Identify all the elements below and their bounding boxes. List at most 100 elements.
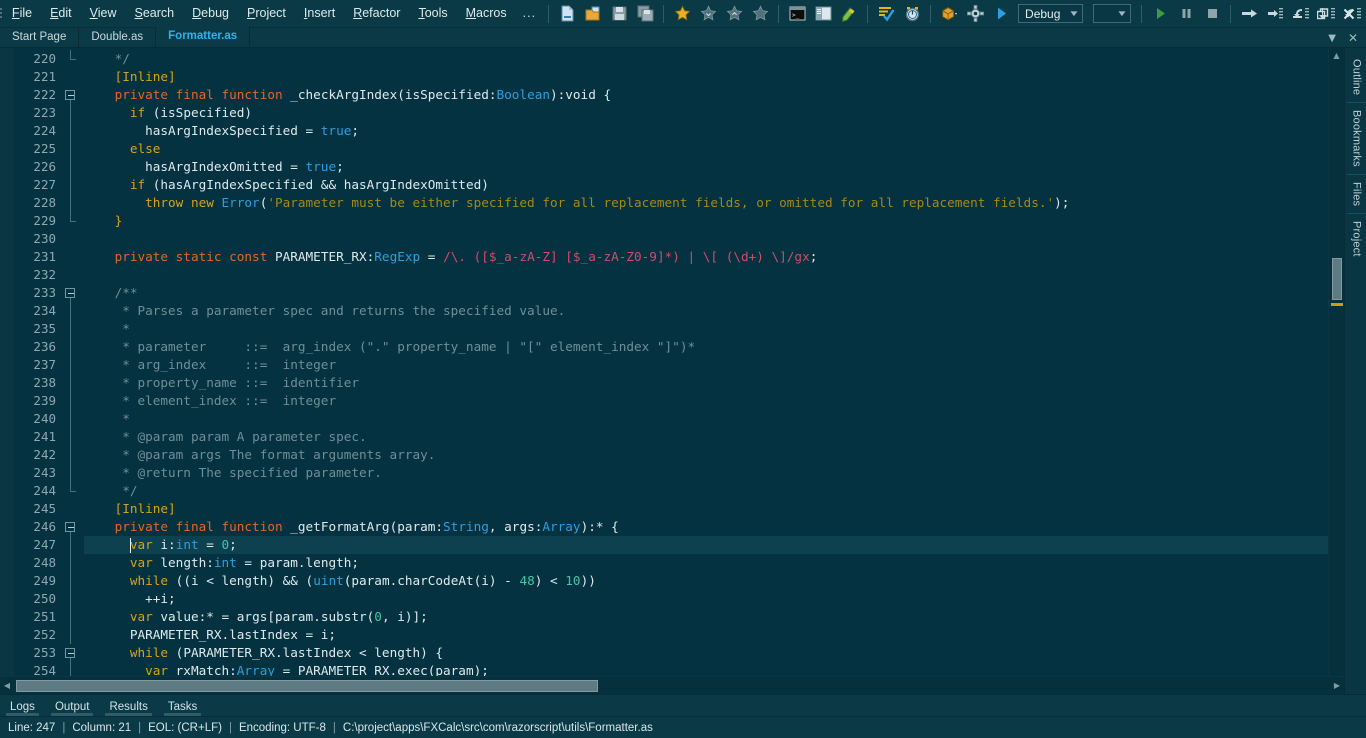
code-line[interactable]: ++i; xyxy=(84,590,1328,608)
code-line[interactable]: * xyxy=(84,410,1328,428)
menu-item-search[interactable]: Search xyxy=(126,1,184,26)
code-line[interactable]: * @return The specified parameter. xyxy=(84,464,1328,482)
run-green-play-icon[interactable] xyxy=(1149,3,1171,25)
horizontal-scroll-thumb[interactable] xyxy=(16,679,598,692)
run-play-icon[interactable] xyxy=(990,3,1012,25)
menu-item-file[interactable]: File xyxy=(3,1,41,26)
fold-collapse-icon[interactable] xyxy=(65,522,75,532)
code-line[interactable]: * property_name ::= identifier xyxy=(84,374,1328,392)
code-line[interactable] xyxy=(84,230,1328,248)
code-line[interactable]: * parameter ::= arg_index ("." property_… xyxy=(84,338,1328,356)
fold-collapse-icon[interactable] xyxy=(65,288,75,298)
target-combo[interactable]: ▼ xyxy=(1093,4,1131,23)
code-line[interactable]: throw new Error('Parameter must be eithe… xyxy=(84,194,1328,212)
code-line[interactable]: * Parses a parameter spec and returns th… xyxy=(84,302,1328,320)
settings-gear-icon[interactable] xyxy=(964,3,986,25)
code-line[interactable]: * @param param A parameter spec. xyxy=(84,428,1328,446)
menu-item-tools[interactable]: Tools xyxy=(409,1,456,26)
editor-vertical-scrollbar[interactable]: ▲ xyxy=(1328,48,1344,676)
code-line[interactable] xyxy=(84,266,1328,284)
code-line[interactable]: */ xyxy=(84,482,1328,500)
code-folding-column[interactable] xyxy=(62,48,78,676)
dock-tab-files[interactable]: Files xyxy=(1345,174,1366,213)
code-line[interactable]: } xyxy=(84,212,1328,230)
code-line[interactable]: * xyxy=(84,320,1328,338)
pause-icon[interactable] xyxy=(1175,3,1197,25)
code-line[interactable]: private final function _getFormatArg(par… xyxy=(84,518,1328,536)
bottom-tab-logs[interactable]: Logs xyxy=(0,699,45,716)
fold-collapse-icon[interactable] xyxy=(65,648,75,658)
bottom-tab-output[interactable]: Output xyxy=(45,699,100,716)
menu-item-macros[interactable]: Macros xyxy=(457,1,516,26)
stop-icon[interactable] xyxy=(1201,3,1223,25)
code-line[interactable]: [Inline] xyxy=(84,500,1328,518)
code-line[interactable]: */ xyxy=(84,50,1328,68)
bookmark-star-next-icon[interactable] xyxy=(697,3,719,25)
bottom-tab-tasks[interactable]: Tasks xyxy=(158,699,207,716)
bookmark-star-filled-icon[interactable] xyxy=(671,3,693,25)
code-line[interactable]: var i:int = 0; xyxy=(84,536,1328,554)
dock-tab-outline[interactable]: Outline xyxy=(1346,52,1366,102)
fold-cell[interactable] xyxy=(62,518,78,536)
minimize-button[interactable] xyxy=(1284,2,1310,26)
code-line[interactable]: var rxMatch:Array = PARAMETER_RX.exec(pa… xyxy=(84,662,1328,676)
scroll-left-arrow-icon[interactable]: ◀ xyxy=(0,681,14,690)
fold-cell[interactable] xyxy=(62,644,78,662)
tab-formatter-as[interactable]: Formatter.as xyxy=(156,27,251,47)
code-line[interactable]: * arg_index ::= integer xyxy=(84,356,1328,374)
tab-start-page[interactable]: Start Page xyxy=(0,27,80,47)
code-line[interactable]: var length:int = param.length; xyxy=(84,554,1328,572)
menu-item-refactor[interactable]: Refactor xyxy=(344,1,409,26)
step-into-icon[interactable] xyxy=(1264,3,1286,25)
build-config-combo[interactable]: Debug ▼ xyxy=(1018,4,1084,23)
compile-check-icon[interactable] xyxy=(875,3,897,25)
menu-item-edit[interactable]: Edit xyxy=(41,1,81,26)
code-line[interactable]: * element_index ::= integer xyxy=(84,392,1328,410)
code-line[interactable]: var value:* = args[param.substr(0, i)]; xyxy=(84,608,1328,626)
bookmark-strip[interactable] xyxy=(0,48,14,676)
console-icon[interactable]: >_ xyxy=(786,3,808,25)
tab-close-icon[interactable]: ✕ xyxy=(1342,31,1364,45)
code-line[interactable]: if (hasArgIndexSpecified && hasArgIndexO… xyxy=(84,176,1328,194)
bookmark-star-clear-icon[interactable] xyxy=(749,3,771,25)
fold-cell[interactable] xyxy=(62,284,78,302)
code-line[interactable]: while ((i < length) && (uint(param.charC… xyxy=(84,572,1328,590)
restore-button[interactable] xyxy=(1310,2,1336,26)
code-line[interactable]: else xyxy=(84,140,1328,158)
code-line[interactable]: PARAMETER_RX.lastIndex = i; xyxy=(84,626,1328,644)
code-line[interactable]: private final function _checkArgIndex(is… xyxy=(84,86,1328,104)
new-file-icon[interactable] xyxy=(556,3,578,25)
fold-collapse-icon[interactable] xyxy=(65,90,75,100)
code-line[interactable]: private static const PARAMETER_RX:RegExp… xyxy=(84,248,1328,266)
close-button[interactable] xyxy=(1336,2,1362,26)
code-line[interactable]: * @param args The format arguments array… xyxy=(84,446,1328,464)
code-editor[interactable]: */ [Inline] private final function _chec… xyxy=(78,48,1328,676)
code-line[interactable]: hasArgIndexOmitted = true; xyxy=(84,158,1328,176)
tab-list-chevron-down-icon[interactable]: ▼ xyxy=(1322,33,1342,44)
profiler-clock-icon[interactable] xyxy=(901,3,923,25)
vertical-scroll-thumb[interactable] xyxy=(1332,258,1342,300)
dock-tab-project[interactable]: Project xyxy=(1345,213,1366,264)
dock-tab-bookmarks[interactable]: Bookmarks xyxy=(1345,102,1366,174)
open-folder-icon[interactable] xyxy=(582,3,604,25)
code-line[interactable]: /** xyxy=(84,284,1328,302)
menu-item-insert[interactable]: Insert xyxy=(295,1,344,26)
bottom-tab-results[interactable]: Results xyxy=(99,699,157,716)
scroll-right-arrow-icon[interactable]: ▶ xyxy=(1330,681,1344,690)
menu-item-dotsdotsdots[interactable]: ... xyxy=(516,1,543,26)
edit-pencil-icon[interactable] xyxy=(838,3,860,25)
horizontal-scroll-track[interactable] xyxy=(14,679,1330,692)
code-line[interactable]: [Inline] xyxy=(84,68,1328,86)
save-icon[interactable] xyxy=(608,3,630,25)
menu-item-debug[interactable]: Debug xyxy=(183,1,238,26)
bookmark-star-prev-icon[interactable] xyxy=(723,3,745,25)
tab-double-as[interactable]: Double.as xyxy=(79,27,157,47)
fold-cell[interactable] xyxy=(62,86,78,104)
code-line[interactable]: hasArgIndexSpecified = true; xyxy=(84,122,1328,140)
menu-item-project[interactable]: Project xyxy=(238,1,295,26)
panel-layout-icon[interactable] xyxy=(812,3,834,25)
step-over-icon[interactable] xyxy=(1238,3,1260,25)
code-line[interactable]: while (PARAMETER_RX.lastIndex < length) … xyxy=(84,644,1328,662)
package-box-icon[interactable] xyxy=(938,3,960,25)
save-all-icon[interactable] xyxy=(634,3,656,25)
